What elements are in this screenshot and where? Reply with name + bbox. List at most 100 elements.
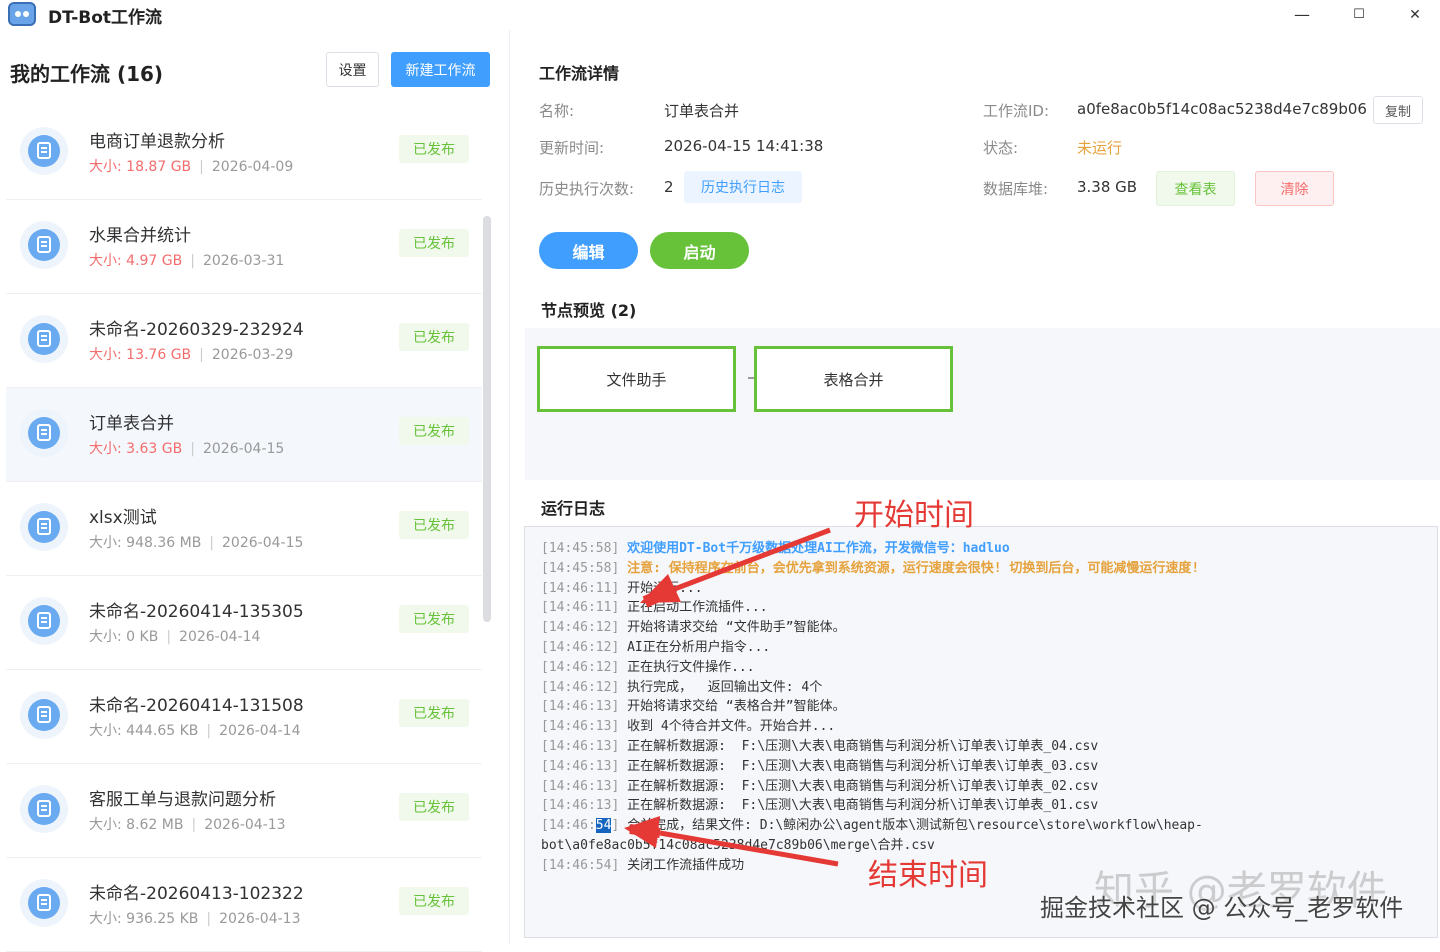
settings-button[interactable]: 设置: [326, 52, 379, 87]
workflow-item[interactable]: 电商订单退款分析 大小: 18.87 GB | 2026-04-09 已发布: [6, 106, 482, 200]
view-table-button[interactable]: 查看表: [1156, 171, 1235, 206]
node-table-merge[interactable]: 表格合并: [754, 346, 953, 412]
size-label: 大小:: [89, 347, 122, 363]
workflow-date: 2026-04-14: [179, 629, 261, 645]
workflow-meta: 大小: 8.62 MB | 2026-04-13: [89, 817, 286, 833]
published-badge: 已发布: [399, 229, 469, 257]
workflow-name: 未命名-20260329-232924: [89, 320, 304, 340]
workflow-date: 2026-03-31: [202, 253, 285, 269]
log-line: [14:46:13] 收到 4个待合并文件。开始合并...: [541, 717, 1421, 737]
workflow-date: 2026-04-09: [211, 159, 294, 175]
log-timestamp: [14:46:13]: [541, 758, 620, 774]
workflow-doc-icon: [20, 879, 68, 927]
db-value: 3.38 GB: [1077, 178, 1138, 196]
published-badge: 已发布: [399, 511, 469, 539]
workflow-name: xlsx测试: [89, 508, 157, 528]
history-log-button[interactable]: 历史执行日志: [684, 171, 802, 203]
node-preview-canvas: 文件助手 表格合并: [525, 328, 1440, 480]
size-label: 大小:: [89, 911, 122, 927]
watermark-juejin: 掘金技术社区 @ 公众号_老罗软件: [1040, 894, 1404, 922]
workflow-meta: 大小: 3.63 GB | 2026-04-15: [89, 441, 285, 457]
log-timestamp: [14:46:11]: [541, 600, 620, 616]
workflow-name: 未命名-20260414-135305: [89, 602, 304, 622]
size-label: 大小:: [89, 441, 122, 457]
workflow-date: 2026-04-15: [222, 535, 304, 551]
workflow-item[interactable]: xlsx测试 大小: 948.36 MB | 2026-04-15 已发布: [6, 482, 482, 576]
workflow-size: 3.63 GB: [126, 441, 183, 457]
log-line: [14:46:12] 开始将请求交给 “文件助手”智能体。: [541, 618, 1421, 638]
end-time-annotation: 结束时间: [868, 858, 988, 893]
workflow-item[interactable]: 未命名-20260414-131508 大小: 444.65 KB | 2026-04…: [6, 670, 482, 764]
workflow-size: 13.76 GB: [126, 347, 192, 363]
workflow-name: 客服工单与退款问题分析: [89, 790, 276, 810]
sidebar-title: 我的工作流 (16): [10, 62, 164, 86]
workflow-item[interactable]: 客服工单与退款问题分析 大小: 8.62 MB | 2026-04-13 已发布: [6, 764, 482, 858]
log-message: 正在解析数据源: F:\压测\大表\电商销售与利润分析\订单表\订单表_01.c…: [627, 798, 1099, 814]
workflow-doc-icon: [20, 597, 68, 645]
edit-button[interactable]: 编辑: [539, 232, 638, 269]
workflow-item[interactable]: 水果合并统计 大小: 4.97 GB | 2026-03-31 已发布: [6, 200, 482, 294]
published-badge: 已发布: [399, 417, 469, 445]
runs-label: 历史执行次数:: [539, 180, 635, 198]
workflow-name: 未命名-20260414-131508: [89, 696, 304, 716]
published-badge: 已发布: [399, 887, 469, 915]
close-button[interactable]: ✕: [1392, 2, 1438, 28]
node-file-assistant[interactable]: 文件助手: [537, 346, 736, 412]
log-message: 正在执行文件操作...: [627, 659, 755, 675]
log-message: AI正在分析用户指令...: [627, 639, 771, 655]
detail-title: 工作流详情: [539, 64, 620, 83]
workflow-item[interactable]: 订单表合并 大小: 3.63 GB | 2026-04-15 已发布: [6, 388, 482, 482]
workflow-date: 2026-04-15: [202, 441, 285, 457]
workflow-doc-icon: [20, 409, 68, 457]
workflow-date: 2026-04-14: [219, 723, 301, 739]
maximize-button[interactable]: ☐: [1336, 2, 1382, 28]
workflow-name: 未命名-20260413-102322: [89, 884, 304, 904]
log-timestamp: [14:46:13]: [541, 738, 620, 754]
workflow-item[interactable]: 未命名-20260329-232924 大小: 13.76 GB | 2026-03-…: [6, 294, 482, 388]
workflow-size: 948.36 MB: [126, 535, 202, 551]
sidebar-scrollbar[interactable]: [483, 216, 491, 622]
log-timestamp: [14:46:12]: [541, 679, 620, 695]
workflow-date: 2026-04-13: [219, 911, 301, 927]
workflow-item[interactable]: 未命名-20260413-102322 大小: 936.25 KB | 2026-04…: [6, 858, 482, 952]
minimize-button[interactable]: —: [1279, 2, 1325, 28]
log-timestamp: [14:46:11]: [541, 580, 620, 596]
published-badge: 已发布: [399, 699, 469, 727]
log-line: [14:46:13] 正在解析数据源: F:\压测\大表\电商销售与利润分析\订…: [541, 757, 1421, 777]
start-time-annotation: 开始时间: [854, 498, 974, 533]
workflow-size: 8.62 MB: [126, 817, 184, 833]
workflow-size: 4.97 GB: [126, 253, 183, 269]
new-workflow-button[interactable]: 新建工作流: [391, 52, 490, 87]
log-message: 执行完成， 返回输出文件: 4个: [627, 679, 823, 695]
log-message: 开始将请求交给 “表格合并”智能体。: [627, 699, 846, 715]
start-button[interactable]: 启动: [650, 232, 749, 269]
workflow-sidebar: 我的工作流 (16) 设置 新建工作流 电商订单退款分析大小: 18.87 GB…: [0, 30, 510, 952]
workflow-item[interactable]: 未命名-20260414-135305 大小: 0 KB | 2026-04-14 已发…: [6, 576, 482, 670]
workflow-detail-panel: 工作流详情 名称: 订单表合并 工作流ID: a0fe8ac0b5f14c08a…: [511, 30, 1440, 944]
workflow-date: 2026-03-29: [211, 347, 294, 363]
workflow-size: 444.65 KB: [126, 723, 199, 739]
log-line: [14:45:58] 欢迎使用DT-Bot千万级数据处理AI工作流，开发微信号：…: [541, 539, 1421, 559]
workflow-meta: 大小: 18.87 GB | 2026-04-09: [89, 159, 294, 175]
workflow-list: 电商订单退款分析大小: 18.87 GB | 2026-04-09 已发布 水果合并统计…: [6, 106, 482, 952]
size-label: 大小:: [89, 159, 122, 175]
copy-id-button[interactable]: 复制: [1373, 96, 1423, 124]
log-message: 开始将请求交给 “文件助手”智能体。: [627, 620, 846, 636]
workflow-name: 水果合并统计: [89, 226, 191, 246]
runs-value: 2: [664, 178, 674, 196]
name-label: 名称:: [539, 102, 575, 120]
updated-label: 更新时间:: [539, 139, 605, 157]
workflow-name: 电商订单退款分析: [89, 132, 225, 152]
log-timestamp: [14:46:12]: [541, 639, 620, 655]
workflow-date: 2026-04-13: [204, 817, 286, 833]
published-badge: 已发布: [399, 323, 469, 351]
log-timestamp: [14:46:54]: [541, 818, 620, 834]
workflow-doc-icon: [20, 503, 68, 551]
clear-button[interactable]: 清除: [1255, 171, 1334, 206]
preview-title: 节点预览 (2): [541, 301, 637, 320]
log-line: [14:46:11] 正在启动工作流插件...: [541, 598, 1421, 618]
log-line: [14:46:12] 正在执行文件操作...: [541, 658, 1421, 678]
log-message: 开始运行...: [627, 580, 703, 596]
log-timestamp: [14:45:58]: [541, 560, 620, 576]
log-timestamp: [14:46:12]: [541, 659, 620, 675]
